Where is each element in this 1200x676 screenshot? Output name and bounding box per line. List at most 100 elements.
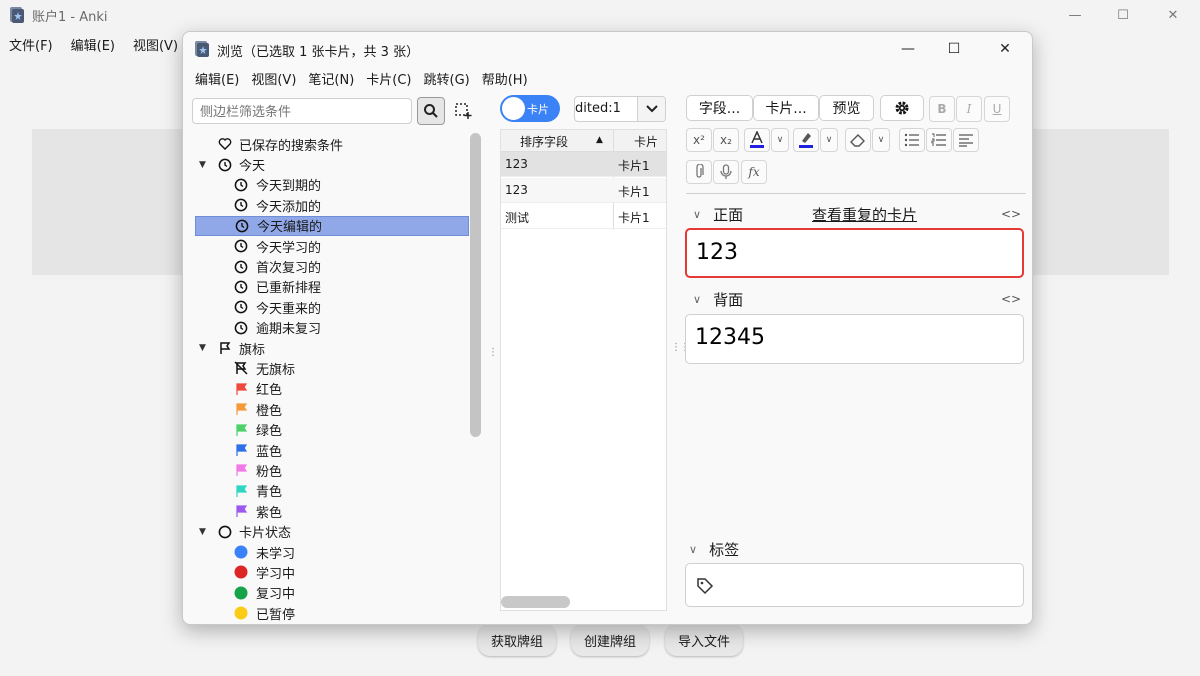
sidebar-item-rescheduled[interactable]: 已重新排程 xyxy=(195,277,469,297)
editor-options-button[interactable] xyxy=(880,95,924,121)
sidebar-item-added-today[interactable]: 今天添加的 xyxy=(195,195,469,215)
cell-card: 卡片1 xyxy=(618,159,650,173)
sidebar-scrollbar[interactable] xyxy=(470,133,481,437)
sidebar-item-overdue[interactable]: 逾期未复习 xyxy=(195,318,469,338)
main-menu-view[interactable]: 视图(V) xyxy=(124,31,187,55)
sidebar-item-flag-red[interactable]: 红色 xyxy=(195,379,469,399)
show-duplicates-link[interactable]: 查看重复的卡片 xyxy=(812,204,917,225)
sidebar-item-flag-orange[interactable]: 橙色 xyxy=(195,399,469,419)
sidebar-item-due-today[interactable]: 今天到期的 xyxy=(195,175,469,195)
sidebar-search-button[interactable] xyxy=(417,97,445,125)
math-button[interactable]: fx xyxy=(741,160,767,184)
sidebar-item-first-review[interactable]: 首次复习的 xyxy=(195,256,469,276)
expand-arrow-icon[interactable]: ▼ xyxy=(199,343,206,353)
menu-go[interactable]: 跳转(G) xyxy=(418,67,476,89)
toggle-knob xyxy=(502,97,525,120)
sidebar-item-flag-blue[interactable]: 蓝色 xyxy=(195,440,469,460)
menu-help[interactable]: 帮助(H) xyxy=(476,67,534,89)
sidebar-item-card-state[interactable]: ▼ 卡片状态 xyxy=(195,521,469,541)
collapse-icon[interactable]: ∨ xyxy=(693,293,701,306)
get-shared-button[interactable]: 获取牌组 xyxy=(478,624,556,656)
sidebar-item-label: 今天重来的 xyxy=(256,301,322,317)
fields-button[interactable]: 字段... xyxy=(686,95,753,121)
menu-notes[interactable]: 笔记(N) xyxy=(302,67,360,89)
sidebar-item-learning[interactable]: 学习中 xyxy=(195,562,469,582)
bullet-list-button[interactable] xyxy=(899,128,925,152)
sidebar-item-flag-pink[interactable]: 粉色 xyxy=(195,460,469,480)
main-maximize-button[interactable]: ☐ xyxy=(1100,0,1146,30)
underline-button[interactable]: U xyxy=(984,96,1010,122)
cards-notes-toggle[interactable]: 卡片 xyxy=(500,95,560,122)
tags-input[interactable] xyxy=(685,563,1024,607)
bold-button[interactable]: B xyxy=(929,96,955,122)
sidebar-item-studied-today[interactable]: 今天学习的 xyxy=(195,236,469,256)
sidebar-item-flag-green[interactable]: 绿色 xyxy=(195,419,469,439)
clear-format-button[interactable] xyxy=(845,128,871,152)
sidebar-item-suspended[interactable]: 已暂停 xyxy=(195,603,469,623)
column-header-sort-field[interactable]: 排序字段 xyxy=(520,133,568,150)
attach-button[interactable] xyxy=(686,160,712,184)
menu-cards[interactable]: 卡片(C) xyxy=(360,67,417,89)
collapse-icon[interactable]: ∨ xyxy=(693,208,701,221)
field-name: 正面 xyxy=(713,206,744,224)
search-combobox[interactable]: dited:1 xyxy=(574,96,666,122)
table-splitter-handle[interactable]: ⋮⋮ xyxy=(671,342,690,353)
cell-sort-field: 测试 xyxy=(505,211,530,225)
main-minimize-button[interactable]: — xyxy=(1052,0,1098,30)
menu-view[interactable]: 视图(V) xyxy=(245,67,302,89)
sidebar-search-input[interactable] xyxy=(192,98,412,124)
sidebar-item-flags[interactable]: ▼ 旗标 xyxy=(195,338,469,358)
table-row[interactable]: 测试 卡片1 xyxy=(501,204,666,229)
back-field-input[interactable]: 12345 xyxy=(685,314,1024,364)
sidebar-item-edited-today[interactable]: 今天编辑的 xyxy=(195,215,469,236)
subscript-button[interactable]: x₂ xyxy=(713,128,739,152)
sidebar-item-label: 卡片状态 xyxy=(239,526,292,542)
sidebar-item-flag-turquoise[interactable]: 青色 xyxy=(195,481,469,501)
cards-button[interactable]: 卡片... xyxy=(753,95,819,121)
main-close-button[interactable]: ✕ xyxy=(1150,0,1196,30)
sidebar-item-saved-searches[interactable]: 已保存的搜索条件 xyxy=(195,134,469,154)
browse-minimize-button[interactable]: — xyxy=(885,34,931,64)
superscript-button[interactable]: x² xyxy=(686,128,712,152)
import-file-button[interactable]: 导入文件 xyxy=(665,624,743,656)
highlight-color-dropdown[interactable]: ∨ xyxy=(820,128,838,152)
browse-maximize-button[interactable]: ☐ xyxy=(931,34,977,64)
sidebar-select-tool-button[interactable] xyxy=(451,99,475,123)
preview-button[interactable]: 预览 xyxy=(819,95,874,121)
field-value: 123 xyxy=(696,240,738,265)
table-row[interactable]: 123 卡片1 xyxy=(501,178,666,203)
numbered-list-button[interactable] xyxy=(926,128,952,152)
menu-edit[interactable]: 编辑(E) xyxy=(189,67,245,89)
browse-close-button[interactable]: ✕ xyxy=(982,34,1028,64)
front-field-input[interactable]: 123 xyxy=(685,228,1024,278)
expand-arrow-icon[interactable]: ▼ xyxy=(199,527,206,537)
field-header-front[interactable]: ∨ 正面 xyxy=(693,204,743,225)
sidebar-item-no-flag[interactable]: 无旗标 xyxy=(195,358,469,378)
clear-format-dropdown[interactable]: ∨ xyxy=(872,128,890,152)
text-color-dropdown[interactable]: ∨ xyxy=(771,128,789,152)
table-row[interactable]: 123 卡片1 xyxy=(501,152,666,177)
record-audio-button[interactable] xyxy=(713,160,739,184)
html-editor-toggle-front[interactable]: <> xyxy=(1001,207,1021,221)
tags-header[interactable]: ∨ 标签 xyxy=(689,539,739,560)
html-editor-toggle-back[interactable]: <> xyxy=(1001,292,1021,306)
create-deck-button[interactable]: 创建牌组 xyxy=(571,624,649,656)
search-dropdown-button[interactable] xyxy=(637,97,665,121)
sidebar-item-new[interactable]: 未学习 xyxy=(195,542,469,562)
table-horizontal-scrollbar[interactable] xyxy=(501,596,570,608)
sidebar-item-flag-purple[interactable]: 紫色 xyxy=(195,501,469,521)
expand-arrow-icon[interactable]: ▼ xyxy=(199,160,206,170)
sidebar-splitter-handle[interactable]: ⋮⋮ xyxy=(488,347,507,358)
italic-button[interactable]: I xyxy=(956,96,982,122)
collapse-icon[interactable]: ∨ xyxy=(689,543,697,556)
sidebar-item-review[interactable]: 复习中 xyxy=(195,583,469,603)
align-button[interactable] xyxy=(953,128,979,152)
main-menu-edit[interactable]: 编辑(E) xyxy=(62,31,124,55)
column-header-card[interactable]: 卡片 xyxy=(634,133,658,150)
text-color-button[interactable] xyxy=(744,128,770,152)
sidebar-item-again-today[interactable]: 今天重来的 xyxy=(195,297,469,317)
main-menu-file[interactable]: 文件(F) xyxy=(0,31,62,55)
highlight-color-button[interactable] xyxy=(793,128,819,152)
sidebar-item-today[interactable]: ▼ 今天 xyxy=(195,154,469,174)
field-header-back[interactable]: ∨ 背面 xyxy=(693,289,743,310)
